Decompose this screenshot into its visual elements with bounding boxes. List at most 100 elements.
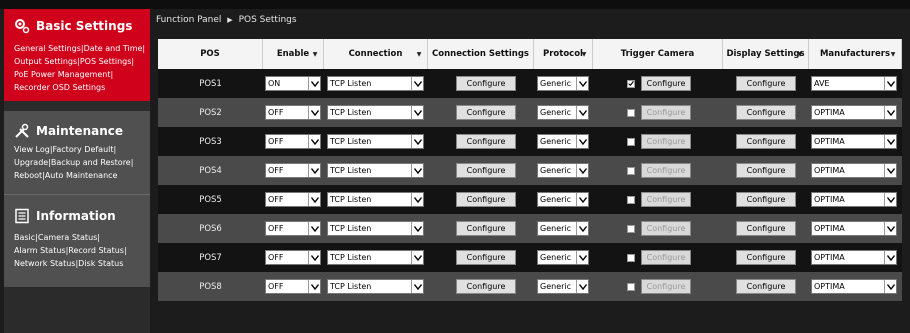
sidebar-link[interactable]: Disk Status — [78, 259, 123, 268]
manufacturer-select[interactable]: OPTIMA — [811, 221, 897, 236]
connection-select[interactable]: TCP Listen — [327, 192, 424, 207]
trigger-camera-checkbox[interactable] — [627, 195, 635, 204]
sidebar-link[interactable]: POS Settings| — [80, 57, 134, 66]
trigger-camera-checkbox[interactable] — [627, 137, 635, 146]
trigger-camera-checkbox[interactable] — [627, 282, 635, 291]
display-configure-button[interactable]: Configure — [736, 250, 796, 265]
sidebar-link-line: Recorder OSD Settings — [14, 81, 145, 94]
trigger-camera-configure-button[interactable]: Configure — [641, 279, 691, 294]
enable-select[interactable]: OFF — [265, 134, 321, 149]
section-title-information[interactable]: Information — [14, 208, 116, 224]
sidebar-section-maintenance: Maintenance View Log|Factory Default| Upg… — [4, 111, 150, 195]
connection-select[interactable]: TCP Listen — [327, 134, 424, 149]
trigger-camera-checkbox[interactable] — [627, 108, 635, 117]
protocol-select[interactable]: Generic — [537, 250, 589, 265]
protocol-select[interactable]: Generic — [537, 192, 589, 207]
enable-select[interactable]: OFF — [265, 192, 321, 207]
breadcrumb-separator-icon: ▶ — [227, 16, 233, 24]
section-title-maintenance[interactable]: Maintenance — [14, 123, 123, 139]
trigger-camera-checkbox[interactable] — [627, 79, 635, 88]
display-configure-button[interactable]: Configure — [736, 76, 796, 91]
manufacturer-select[interactable]: OPTIMA — [811, 279, 897, 294]
column-filter-dropdown-icon[interactable]: ▼ — [579, 50, 589, 58]
manufacturer-select[interactable]: OPTIMA — [811, 192, 897, 207]
sidebar-link[interactable]: Camera Status| — [38, 233, 100, 242]
trigger-camera-configure-button[interactable]: Configure — [641, 76, 691, 91]
column-filter-dropdown-icon[interactable]: ▼ — [795, 50, 805, 58]
protocol-select[interactable]: Generic — [537, 221, 589, 236]
sidebar-link[interactable]: Factory Default| — [53, 145, 117, 154]
display-configure-button[interactable]: Configure — [736, 221, 796, 236]
connection-select[interactable]: TCP Listen — [327, 105, 424, 120]
protocol-select[interactable]: Generic — [537, 105, 589, 120]
connection-configure-button[interactable]: Configure — [456, 250, 516, 265]
sidebar-link[interactable]: Date and Time| — [84, 44, 146, 53]
enable-select[interactable]: ON — [265, 76, 321, 91]
connection-configure-button[interactable]: Configure — [456, 105, 516, 120]
sidebar-link[interactable]: General Settings| — [14, 44, 84, 53]
connection-select[interactable]: TCP Listen — [327, 279, 424, 294]
breadcrumb-root[interactable]: Function Panel — [156, 15, 221, 25]
protocol-select[interactable]: Generic — [537, 76, 589, 91]
trigger-camera-configure-button[interactable]: Configure — [641, 163, 691, 178]
sidebar-link[interactable]: PoE Power Management| — [14, 70, 113, 79]
manufacturer-select[interactable]: OPTIMA — [811, 250, 897, 265]
sidebar-link[interactable]: Auto Maintenance — [45, 171, 118, 180]
column-filter-dropdown-icon[interactable]: ▼ — [310, 50, 320, 58]
trigger-camera-configure-button[interactable]: Configure — [641, 192, 691, 207]
section-title-basic-settings[interactable]: Basic Settings — [14, 18, 132, 34]
sidebar-link[interactable]: Alarm Status| — [14, 246, 68, 255]
connection-configure-button[interactable]: Configure — [456, 279, 516, 294]
column-filter-dropdown-icon[interactable]: ▼ — [414, 50, 424, 58]
enable-select[interactable]: OFF — [265, 250, 321, 265]
enable-select[interactable]: OFF — [265, 163, 321, 178]
section-title-label: Maintenance — [36, 124, 124, 138]
sidebar-link[interactable]: Record Status| — [68, 246, 126, 255]
enable-select[interactable]: OFF — [265, 221, 321, 236]
trigger-camera-checkbox[interactable] — [627, 253, 635, 262]
pos-label: POS3 — [199, 136, 222, 147]
connection-configure-button[interactable]: Configure — [456, 163, 516, 178]
connection-settings-cell: Configure — [456, 214, 516, 243]
manufacturer-select[interactable]: AVE — [811, 76, 897, 91]
display-configure-button[interactable]: Configure — [736, 192, 796, 207]
protocol-select[interactable]: Generic — [537, 134, 589, 149]
trigger-camera-configure-button[interactable]: Configure — [641, 105, 691, 120]
sidebar-link[interactable]: Reboot| — [14, 171, 45, 180]
trigger-camera-configure-button[interactable]: Configure — [641, 250, 691, 265]
column-filter-dropdown-icon[interactable]: ▼ — [888, 50, 898, 58]
enable-select[interactable]: OFF — [265, 105, 321, 120]
chevron-down-icon — [576, 193, 588, 206]
protocol-select[interactable]: Generic — [537, 279, 589, 294]
display-configure-button[interactable]: Configure — [736, 134, 796, 149]
display-configure-button[interactable]: Configure — [736, 105, 796, 120]
enable-select[interactable]: OFF — [265, 279, 321, 294]
display-configure-button[interactable]: Configure — [736, 163, 796, 178]
trigger-camera-configure-button[interactable]: Configure — [641, 134, 691, 149]
connection-configure-button[interactable]: Configure — [456, 192, 516, 207]
trigger-camera-configure-button[interactable]: Configure — [641, 221, 691, 236]
trigger-camera-checkbox[interactable] — [627, 224, 635, 233]
connection-configure-button[interactable]: Configure — [456, 221, 516, 236]
connection-select[interactable]: TCP Listen — [327, 76, 424, 91]
connection-configure-button[interactable]: Configure — [456, 76, 516, 91]
sidebar-link[interactable]: Backup and Restore| — [51, 158, 134, 167]
connection-select[interactable]: TCP Listen — [327, 221, 424, 236]
connection-settings-cell: Configure — [456, 156, 516, 185]
sidebar-link[interactable]: Network Status| — [14, 259, 78, 268]
trigger-camera-checkbox[interactable] — [627, 166, 635, 175]
manufacturer-select[interactable]: OPTIMA — [811, 134, 897, 149]
manufacturer-select[interactable]: OPTIMA — [811, 163, 897, 178]
sidebar-link[interactable]: Basic| — [14, 233, 38, 242]
sidebar-link[interactable]: Upgrade| — [14, 158, 51, 167]
manufacturer-select[interactable]: OPTIMA — [811, 105, 897, 120]
connection-select[interactable]: TCP Listen — [327, 163, 424, 178]
display-configure-button[interactable]: Configure — [736, 279, 796, 294]
select-value: OPTIMA — [814, 224, 845, 233]
connection-configure-button[interactable]: Configure — [456, 134, 516, 149]
sidebar-link[interactable]: Recorder OSD Settings — [14, 83, 105, 92]
sidebar-link[interactable]: Output Settings| — [14, 57, 80, 66]
connection-select[interactable]: TCP Listen — [327, 250, 424, 265]
protocol-select[interactable]: Generic — [537, 163, 589, 178]
sidebar-link[interactable]: View Log| — [14, 145, 53, 154]
